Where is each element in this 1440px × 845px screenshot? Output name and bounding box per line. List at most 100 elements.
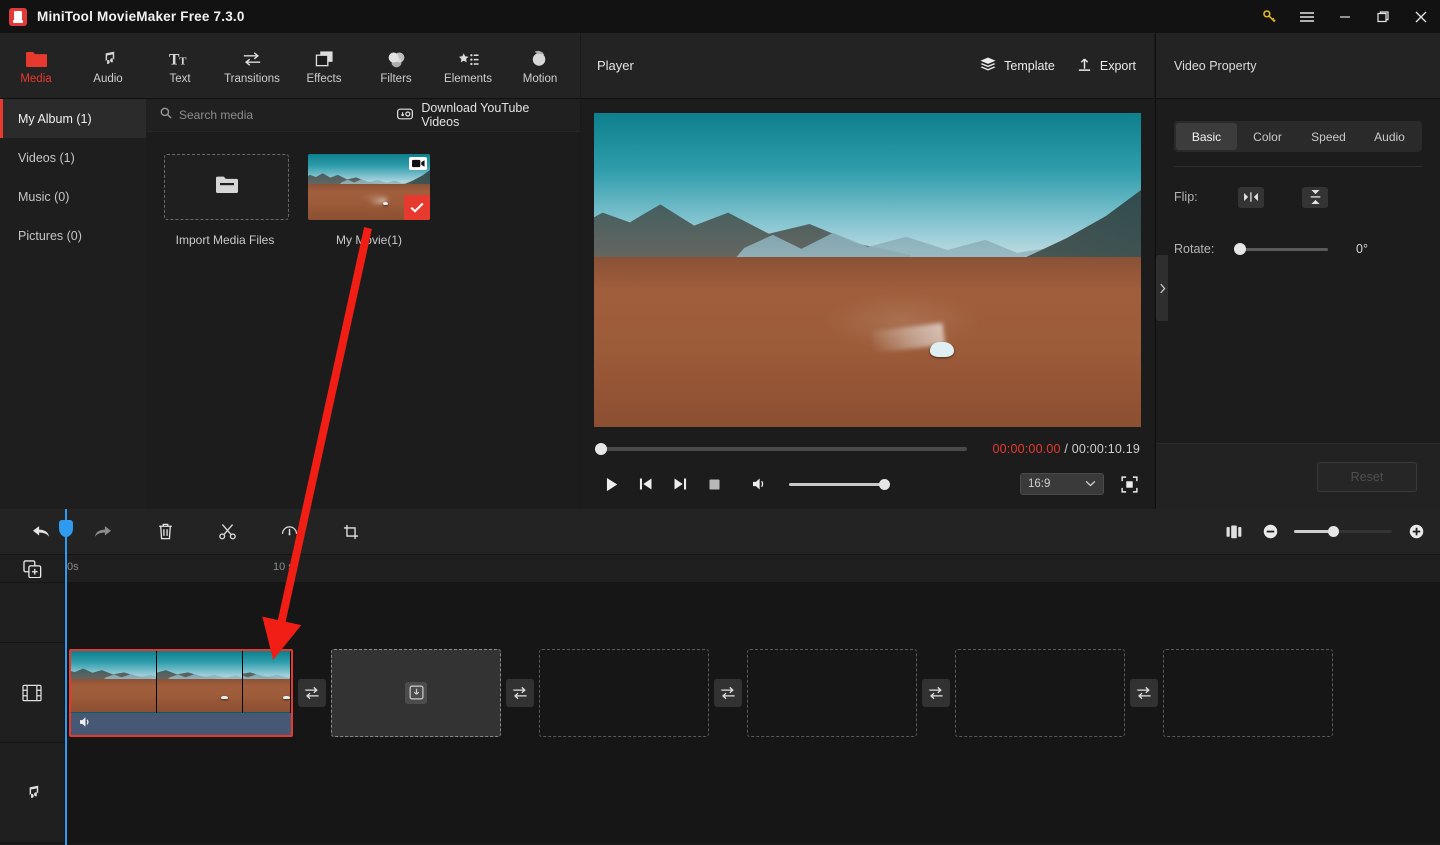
track-body-video[interactable] [65,643,1440,742]
minimize-icon[interactable] [1326,0,1364,33]
tab-label: Color [1253,129,1282,144]
toolbar-item-transitions[interactable]: Transitions [216,33,288,99]
volume-slider[interactable] [789,478,890,490]
delete-button[interactable] [142,509,188,555]
transition-swap-icon[interactable] [298,678,326,707]
clip-audio-strip[interactable] [71,712,291,735]
timeline-slot-active[interactable] [331,648,501,737]
toolbar-item-effects[interactable]: Effects [288,33,360,99]
transition-swap-icon[interactable] [1130,678,1158,707]
zoom-in-icon[interactable] [1406,509,1426,555]
fullscreen-icon[interactable] [1118,473,1140,495]
media-nav-videos[interactable]: Videos (1) [0,138,146,177]
video-preview[interactable] [594,113,1141,427]
track-header-empty [0,583,65,642]
crop-button[interactable] [328,509,374,555]
import-media-label: Import Media Files [175,233,275,247]
timeline-ruler[interactable]: 0s 10 s [65,555,1440,582]
download-youtube-label: Download YouTube Videos [421,101,530,129]
transition-icon [242,46,262,68]
media-item-thumbnail[interactable] [308,154,430,220]
close-icon[interactable] [1402,0,1440,33]
timeline-zoom-slider[interactable] [1294,526,1392,537]
redo-button[interactable] [80,509,126,555]
tab-speed[interactable]: Speed [1298,123,1359,150]
player-actions: Template Export [980,57,1136,75]
play-icon[interactable] [595,469,629,499]
import-media-cell: Import Media Files [164,154,289,247]
media-nav-pictures[interactable]: Pictures (0) [0,216,146,255]
rotate-value: 0° [1356,242,1368,256]
timeline-slot-empty[interactable] [955,648,1125,737]
toolbar-label: Elements [444,73,492,85]
tab-basic[interactable]: Basic [1176,123,1237,150]
hamburger-menu-icon[interactable] [1288,0,1326,33]
media-item-label: My Movie(1) [335,233,402,247]
time-separator: / [1064,442,1069,456]
timeline-clip-selected[interactable] [69,648,293,737]
effects-icon [315,46,334,68]
aspect-ratio-value: 16:9 [1028,478,1051,490]
toolbar-item-audio[interactable]: Audio [72,33,144,99]
media-nav-music[interactable]: Music (0) [0,177,146,216]
youtube-download-icon [397,108,414,123]
rotate-slider[interactable] [1234,242,1328,255]
transition-swap-icon[interactable] [506,678,534,707]
chevron-right-icon[interactable] [1156,255,1168,321]
previous-frame-icon[interactable] [629,469,663,499]
tab-color[interactable]: Color [1237,123,1298,150]
flip-horizontal-icon[interactable] [1238,186,1264,208]
volume-knob[interactable] [879,478,890,490]
toolbar-item-elements[interactable]: Elements [432,33,504,99]
transition-swap-icon[interactable] [922,678,950,707]
reset-button[interactable]: Reset [1317,461,1417,492]
toolbar-label: Motion [522,73,558,85]
toolbar-item-media[interactable]: Media [0,33,72,99]
nav-label: Pictures (0) [18,228,82,243]
search-box[interactable] [160,106,397,124]
zoom-knob[interactable] [1328,526,1339,537]
speaker-icon[interactable] [79,715,93,733]
search-icon [160,106,172,124]
player-progress-knob[interactable] [595,443,607,455]
template-button[interactable]: Template [980,57,1055,74]
toolbar-item-text[interactable]: T T Text [144,33,216,99]
media-nav-my-album[interactable]: My Album (1) [0,99,146,138]
main-toolbar: Media Audio T T Text Transitions Effects… [0,33,580,99]
volume-icon[interactable] [743,469,777,499]
import-media-button[interactable] [164,154,289,220]
timeline-slot-empty[interactable] [539,648,709,737]
timeline-slot-empty[interactable] [747,648,917,737]
timeline-row-audio [0,743,1440,843]
search-input[interactable] [179,108,394,122]
zoom-out-icon[interactable] [1260,509,1280,555]
add-track-button[interactable] [0,555,65,582]
maximize-icon[interactable] [1364,0,1402,33]
check-icon[interactable] [404,195,430,220]
next-frame-icon[interactable] [663,469,697,499]
speed-button[interactable] [266,509,312,555]
track-body-audio[interactable] [65,743,1440,842]
toolbar-item-motion[interactable]: Motion [504,33,576,99]
tab-audio[interactable]: Audio [1359,123,1420,150]
timeline-slot-empty[interactable] [1163,648,1333,737]
export-button[interactable]: Export [1077,57,1136,75]
key-icon[interactable] [1250,0,1288,33]
toolbar-item-filters[interactable]: Filters [360,33,432,99]
timeline-clips [65,643,1333,742]
download-youtube-button[interactable]: Download YouTube Videos [397,101,562,129]
ruler-label: 10 s [273,561,294,573]
aspect-ratio-select[interactable]: 16:9 [1020,473,1104,495]
toolbar-label: Media [20,73,52,85]
split-screen-icon[interactable] [1222,509,1246,555]
player-progress-bar[interactable] [595,443,967,455]
split-button[interactable] [204,509,250,555]
timeline-tracks [0,583,1440,843]
track-body-empty[interactable] [65,583,1440,642]
stop-icon[interactable] [697,469,731,499]
flip-vertical-icon[interactable] [1302,186,1328,208]
text-icon: T T [169,46,191,69]
transition-swap-icon[interactable] [714,678,742,707]
undo-button[interactable] [18,509,64,555]
rotate-slider-knob[interactable] [1234,242,1246,255]
